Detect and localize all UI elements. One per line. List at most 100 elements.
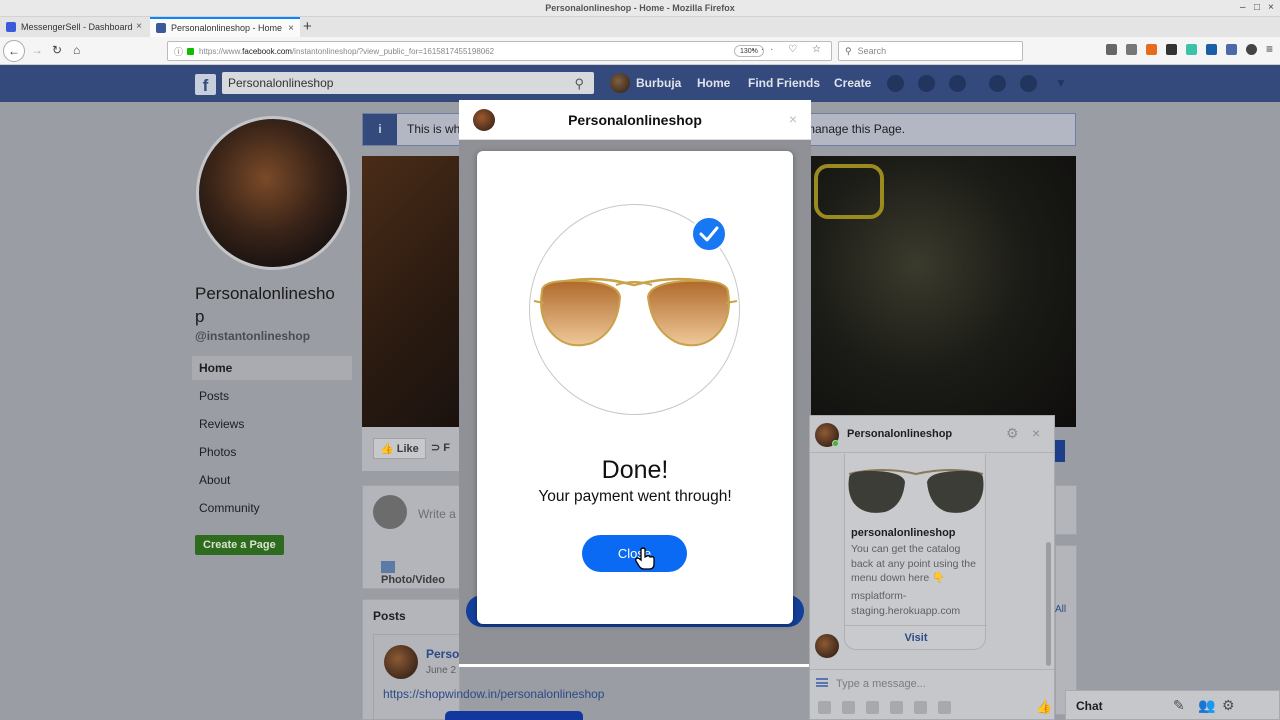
help-icon[interactable] [1020,75,1037,92]
chat-bar-label: Chat [1076,699,1103,713]
extension-icon[interactable] [1146,44,1157,55]
facebook-logo-icon[interactable]: f [195,74,216,95]
posts-card: Posts Perso June 2 [362,599,461,720]
friends-icon[interactable] [887,75,904,92]
tab-bar: MessengerSell - Dashboard × Personalonli… [0,17,1280,37]
left-nav-photos[interactable]: Photos [192,440,352,464]
nav-home-link[interactable]: Home [697,76,730,90]
close-tab-icon[interactable]: × [136,21,142,32]
composer-placeholder[interactable]: Write a [418,507,456,521]
notifications-icon[interactable] [949,75,966,92]
extension-icon[interactable] [1186,44,1197,55]
search-input[interactable]: ⚲ Search [838,41,1023,61]
photo-video-button[interactable]: Photo/Video [381,561,459,586]
cover-photo[interactable] [362,156,460,427]
chat-title[interactable]: Personalonlineshop [847,428,952,440]
modal-header: Personalonlineshop × [459,100,811,140]
profile-picture[interactable] [196,116,350,270]
like-button[interactable]: 👍 Like [373,438,426,459]
chat-header[interactable]: Personalonlineshop ⚙ × [810,416,1054,453]
facebook-search-input[interactable]: Personalonlineshop ⚲ [222,72,594,94]
url-bar[interactable]: ⓘ https://www. facebook.com/instantonline… [167,41,832,61]
see-all-link[interactable]: All [1055,604,1066,615]
post-avatar[interactable] [384,645,418,679]
tab-label: Personalonlineshop - Home [171,23,283,33]
visit-button[interactable]: Visit [845,625,987,650]
sidebar-icon[interactable] [1126,44,1137,55]
composer-avatar [373,495,407,529]
maximize-icon[interactable]: □ [1254,2,1260,13]
success-check-icon [691,216,727,252]
left-nav-community[interactable]: Community [192,496,352,520]
payment-success-card: Done! Your payment went through! Close [477,151,793,624]
user-avatar[interactable] [610,73,630,93]
thumbs-up-icon[interactable]: 👍 [1036,699,1052,715]
catalog-card-url: msplatform-staging.herokuapp.com [851,590,961,617]
left-nav-reviews[interactable]: Reviews [192,412,352,436]
gif-icon[interactable] [866,701,879,714]
close-icon[interactable]: × [1032,425,1040,441]
library-icon[interactable] [1106,44,1117,55]
attach-icon[interactable] [914,701,927,714]
group-icon[interactable]: 👥 [1198,697,1215,714]
page-name-line1: Personalonlinesho [195,284,335,303]
menu-icon[interactable]: ≡ [1266,43,1277,55]
create-page-button[interactable]: Create a Page [195,535,284,555]
extension-icon[interactable] [1166,44,1177,55]
post-date[interactable]: June 2 [426,665,456,676]
cover-photo[interactable] [810,156,1076,427]
search-icon: ⚲ [845,45,852,56]
back-arrow-icon[interactable]: ← [3,40,25,62]
extension-icon[interactable] [1226,44,1237,55]
camera-roll-icon[interactable] [818,701,831,714]
post-link[interactable]: https://shopwindow.in/personalonlineshop [383,687,604,701]
browser-navbar: ← → ↻ ⌂ ⓘ https://www. facebook.com/insta… [0,37,1280,65]
user-name-link[interactable]: Burbuja [636,76,681,90]
page-actions-icon[interactable]: ··· ♡ ☆ [752,44,827,55]
tab-label: MessengerSell - Dashboard [21,22,133,32]
close-window-icon[interactable]: × [1268,2,1274,13]
message-input[interactable]: Type a message... [810,669,1054,699]
left-nav-about[interactable]: About [192,468,352,492]
left-nav-posts[interactable]: Posts [192,384,352,408]
extension-icon[interactable] [1206,44,1217,55]
nav-create-link[interactable]: Create [834,76,871,90]
gear-icon[interactable]: ⚙ [1222,697,1235,714]
chat-popup: Personalonlineshop ⚙ × personalonlinesho… [809,415,1055,720]
camera-icon[interactable] [938,701,951,714]
page-handle[interactable]: @instantonlineshop [195,329,310,343]
site-info-icon[interactable]: ⓘ [174,45,183,58]
gear-icon[interactable]: ⚙ [1006,425,1019,442]
secure-lock-icon[interactable] [187,47,195,55]
modal-close-icon[interactable]: × [789,111,797,127]
facebook-search-value: Personalonlineshop [228,76,334,90]
messenger-icon[interactable] [918,75,935,92]
chat-bar[interactable]: Chat ✎ 👥 ⚙ [1065,690,1280,720]
url-path: /instantonlineshop/?view_public_for=1615… [291,46,495,56]
minimize-icon[interactable]: – [1240,2,1246,13]
home-icon[interactable]: ⌂ [73,43,80,57]
post-author[interactable]: Perso [426,647,459,661]
persistent-menu-icon[interactable] [816,678,828,687]
done-subtitle: Your payment went through! [538,488,732,505]
quick-help-icon[interactable] [989,75,1006,92]
post-link-preview[interactable] [445,711,583,720]
close-tab-icon[interactable]: × [288,23,294,34]
left-nav-home[interactable]: Home [192,356,352,380]
account-icon[interactable] [1246,44,1257,55]
reload-icon[interactable]: ↻ [52,43,62,57]
nav-find-friends-link[interactable]: Find Friends [748,76,820,90]
new-tab-icon[interactable]: + [303,18,312,35]
compose-icon[interactable]: ✎ [1173,697,1185,714]
forward-arrow-icon[interactable]: → [31,43,43,57]
chevron-down-icon[interactable]: ▼ [1055,76,1067,90]
search-icon[interactable]: ⚲ [574,73,584,95]
tab-messengersell[interactable]: MessengerSell - Dashboard × [0,17,148,37]
sticker-icon[interactable] [842,701,855,714]
emoji-icon[interactable] [890,701,903,714]
follow-button[interactable]: ⊃ F [431,441,450,454]
chat-scrollbar[interactable] [1046,542,1051,666]
tab-personalonlineshop[interactable]: Personalonlineshop - Home × [150,17,300,37]
photo-icon [381,561,395,573]
right-column-button[interactable] [1055,440,1065,462]
